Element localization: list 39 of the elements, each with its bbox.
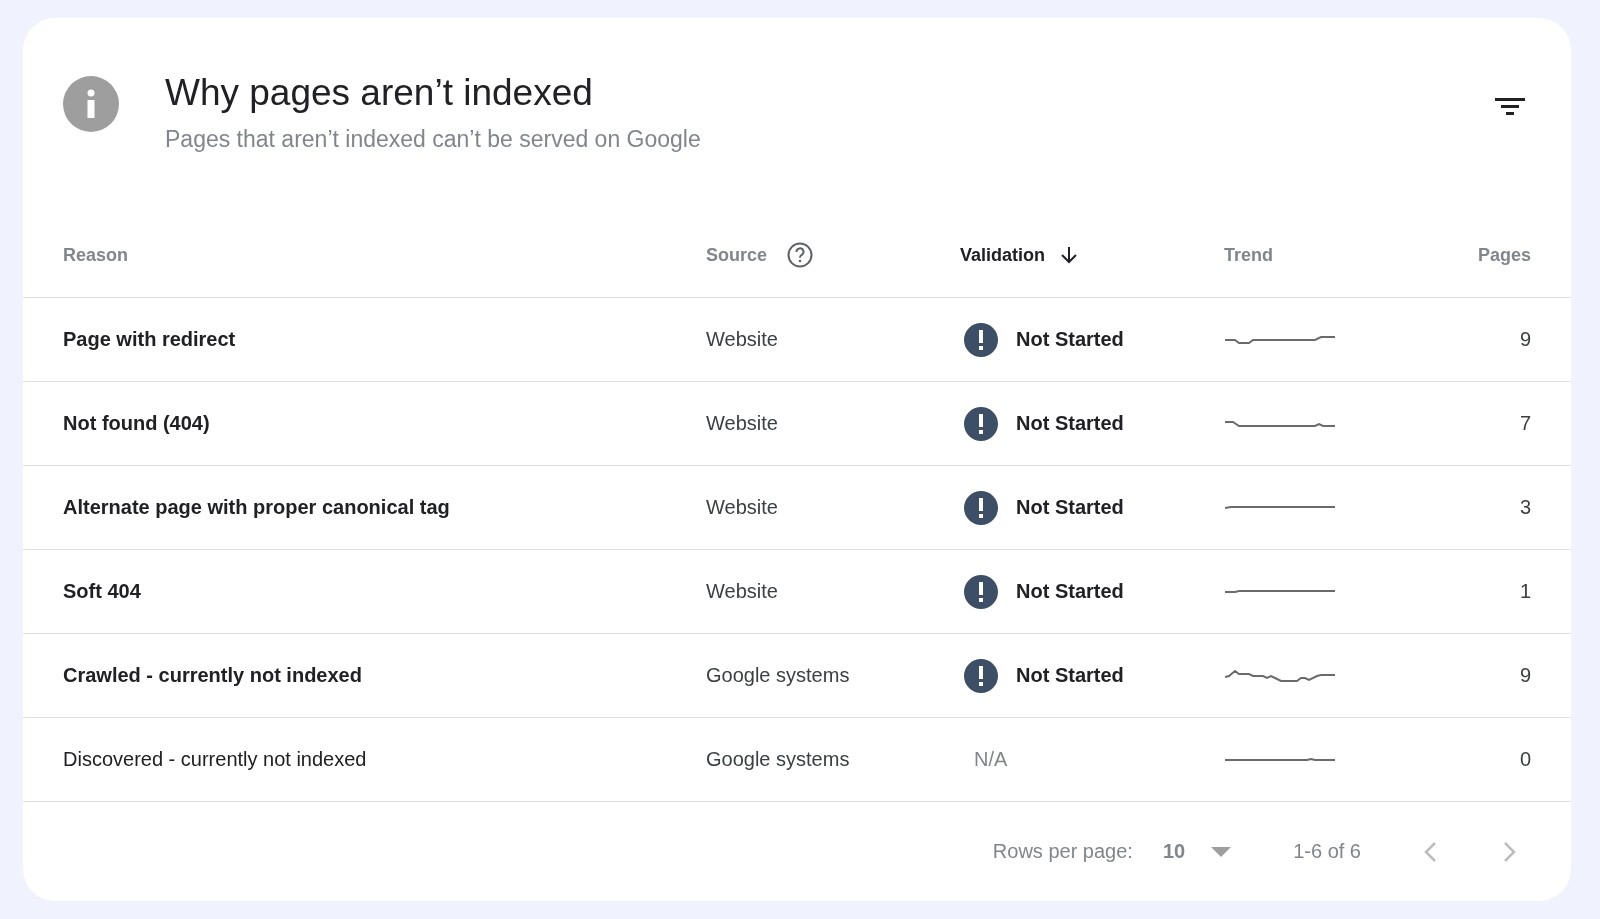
help-icon[interactable] xyxy=(787,242,814,268)
card-title: Why pages aren’t indexed xyxy=(165,72,594,114)
card-subtitle: Pages that aren’t indexed can’t be served on Google xyxy=(165,126,702,153)
column-header[interactable]: Trend xyxy=(1224,244,1273,266)
column-header[interactable]: Source xyxy=(706,244,768,266)
validation-status: Not Started xyxy=(1016,580,1124,603)
validation-status: Not Started xyxy=(1016,412,1124,435)
page-range: 1-6 of 6 xyxy=(1293,840,1361,863)
source-cell: Google systems xyxy=(706,748,850,771)
validation-status: Not Started xyxy=(1016,664,1124,687)
source-cell: Google systems xyxy=(706,664,850,687)
pages-count: 7 xyxy=(1519,412,1531,435)
reason-cell[interactable]: Alternate page with proper canonical tag xyxy=(63,496,450,519)
reason-cell[interactable]: Not found (404) xyxy=(63,412,210,435)
source-cell: Website xyxy=(706,412,778,435)
pages-count: 0 xyxy=(1519,748,1531,771)
column-header[interactable]: Pages xyxy=(1477,244,1531,266)
source-cell: Website xyxy=(706,580,778,603)
pages-count: 9 xyxy=(1519,328,1531,351)
filter-icon[interactable] xyxy=(1495,96,1525,116)
column-header[interactable]: Reason xyxy=(63,244,129,266)
column-header[interactable]: Validation xyxy=(960,244,1046,266)
validation-status: Not Started xyxy=(1016,328,1124,351)
reason-cell[interactable]: Discovered - currently not indexed xyxy=(63,748,367,771)
reason-cell[interactable]: Page with redirect xyxy=(63,328,236,351)
sort-arrow-icon[interactable] xyxy=(1059,245,1080,265)
pages-count: 1 xyxy=(1519,580,1531,603)
pages-count: 3 xyxy=(1519,496,1531,519)
source-cell: Website xyxy=(706,328,778,351)
info-icon xyxy=(63,76,119,132)
caret-down-icon[interactable] xyxy=(1211,846,1232,857)
rows-per-page-label: Rows per page: xyxy=(992,840,1133,863)
rows-per-page-select[interactable]: 10 xyxy=(1162,840,1232,863)
validation-status: Not Started xyxy=(1016,496,1124,519)
pages-count: 9 xyxy=(1519,664,1531,687)
reason-cell[interactable]: Crawled - currently not indexed xyxy=(63,664,362,687)
validation-status: N/A xyxy=(974,748,1008,771)
reason-cell[interactable]: Soft 404 xyxy=(63,580,141,603)
source-cell: Website xyxy=(706,496,778,519)
